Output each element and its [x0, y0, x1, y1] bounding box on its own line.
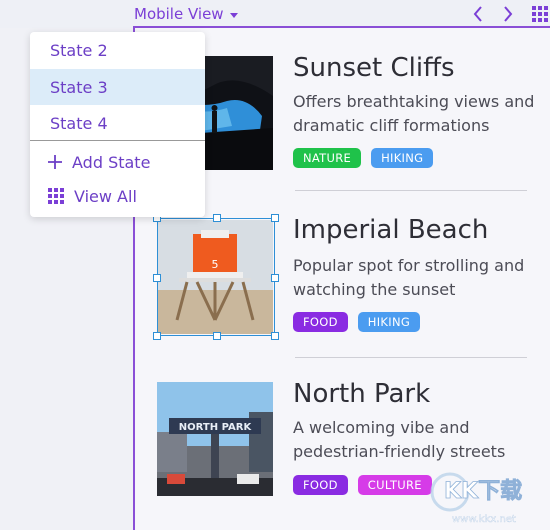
- tag-hiking[interactable]: HIKING: [357, 312, 421, 332]
- card-title: Sunset Cliffs: [293, 53, 455, 83]
- resize-handle[interactable]: [153, 274, 161, 282]
- dropdown-item-label: State 3: [50, 77, 108, 97]
- card-description: Popular spot for strolling and watching …: [293, 256, 525, 299]
- state-navigation: [470, 4, 516, 24]
- card-description: Offers breathtaking views and dramatic c…: [293, 92, 535, 135]
- card-sunset-cliffs[interactable]: Sunset Cliffs Offers breathtaking views …: [157, 53, 537, 176]
- state-dropdown-menu: State 2 State 3 State 4 Add State View A…: [30, 32, 205, 217]
- caret-down-icon: [229, 12, 238, 18]
- grid-icon[interactable]: [532, 6, 548, 26]
- tag-list: NATURE HIKING: [293, 148, 434, 168]
- chevron-left-icon[interactable]: [470, 4, 486, 24]
- tag-list: FOOD HIKING: [293, 312, 421, 332]
- card-divider: [295, 190, 527, 191]
- resize-handle[interactable]: [271, 332, 279, 340]
- resize-handle[interactable]: [271, 274, 279, 282]
- watermark-url: www.kkx.net: [452, 514, 516, 525]
- view-selector[interactable]: Mobile View: [134, 4, 238, 24]
- chevron-right-icon[interactable]: [500, 4, 516, 24]
- dropdown-item-state-4[interactable]: State 4: [30, 105, 205, 141]
- add-state-label: Add State: [72, 152, 151, 172]
- dropdown-item-label: State 2: [50, 40, 108, 60]
- watermark-brand: KK下载: [444, 478, 522, 504]
- selection-box[interactable]: [153, 214, 279, 340]
- dropdown-item-label: State 4: [50, 113, 108, 133]
- view-all-label: View All: [74, 186, 137, 206]
- dropdown-divider: [30, 140, 205, 141]
- tag-food[interactable]: FOOD: [293, 475, 348, 495]
- dropdown-item-state-3[interactable]: State 3: [30, 69, 205, 105]
- resize-handle[interactable]: [153, 332, 161, 340]
- card-title: North Park: [293, 379, 431, 409]
- plus-icon: [48, 155, 62, 169]
- tag-nature[interactable]: NATURE: [293, 148, 362, 168]
- add-state-button[interactable]: Add State: [48, 150, 150, 174]
- resize-handle[interactable]: [213, 214, 221, 222]
- view-all-button[interactable]: View All: [48, 184, 137, 208]
- view-selector-label: Mobile View: [134, 5, 224, 23]
- dropdown-item-state-2[interactable]: State 2: [30, 32, 205, 68]
- card-title: Imperial Beach: [293, 215, 489, 245]
- card-image[interactable]: NORTH PARK: [157, 382, 273, 496]
- card-divider: [295, 357, 527, 358]
- tag-food[interactable]: FOOD: [293, 312, 348, 332]
- sign-text: NORTH PARK: [179, 422, 253, 433]
- grid-icon: [48, 188, 64, 204]
- resize-handle[interactable]: [213, 332, 221, 340]
- tag-hiking[interactable]: HIKING: [371, 148, 434, 168]
- resize-handle[interactable]: [271, 214, 279, 222]
- top-toolbar: Mobile View: [0, 0, 550, 28]
- watermark-logo: KK下载 www.kkx.net: [410, 448, 550, 530]
